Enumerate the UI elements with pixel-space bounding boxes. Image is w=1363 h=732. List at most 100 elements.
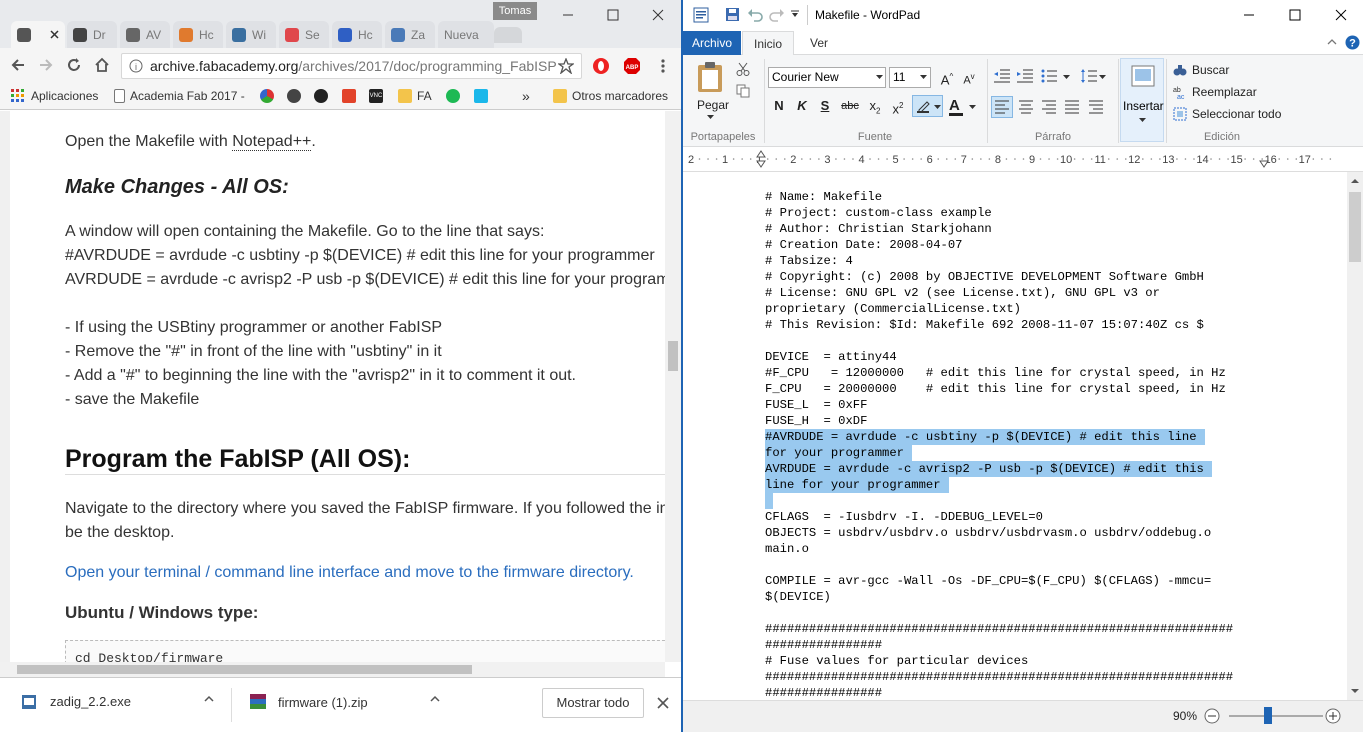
scroll-down-icon[interactable] <box>1351 689 1359 694</box>
scroll-thumb[interactable] <box>668 341 678 371</box>
tab-inicio[interactable]: Inicio <box>742 31 794 56</box>
redo-icon[interactable] <box>769 7 785 22</box>
strikethrough-button[interactable]: abc <box>839 96 861 116</box>
maximize-button[interactable] <box>590 0 636 30</box>
bold-button[interactable]: N <box>768 96 790 116</box>
document-line[interactable] <box>765 493 773 509</box>
document-line[interactable]: for your programmer <box>765 445 912 461</box>
document-line[interactable]: ################ <box>765 685 882 700</box>
bullets-list-icon[interactable] <box>1041 68 1071 84</box>
page-vertical-scrollbar[interactable] <box>665 111 681 662</box>
browser-tab[interactable]: AV <box>120 21 170 48</box>
bookmark-fabacademy-logo[interactable] <box>287 87 306 105</box>
bookmark-spotify[interactable] <box>446 87 465 105</box>
ruler[interactable]: 2 1 1 2 3 4 5 6 7 8 9 10 11 12 13 14 15 16 17 <box>683 147 1363 172</box>
bookmark-fa[interactable]: FA <box>398 87 432 105</box>
download-firmware[interactable]: firmware (1).zip <box>250 694 440 710</box>
document-line[interactable]: # Name: Makefile <box>765 189 882 205</box>
close-downloads-icon[interactable] <box>657 697 669 709</box>
more-bookmarks-button[interactable]: » <box>522 87 530 105</box>
address-bar[interactable]: i archive.fabacademy.org/archives/2017/d… <box>121 53 582 79</box>
paste-button[interactable]: Pegar <box>697 98 729 112</box>
browser-tab[interactable]: Za <box>385 21 435 48</box>
zoom-slider[interactable] <box>1229 715 1323 717</box>
wp-minimize-button[interactable] <box>1226 0 1272 30</box>
show-all-button[interactable]: Mostrar todo <box>542 688 644 718</box>
insert-button[interactable]: Insertar <box>1120 58 1164 142</box>
font-color-button[interactable]: A <box>949 97 979 117</box>
browser-tab[interactable] <box>11 21 65 48</box>
chrome-menu-icon[interactable] <box>660 58 666 74</box>
document-vertical-scrollbar[interactable] <box>1347 172 1363 700</box>
document-line[interactable]: # Tabsize: 4 <box>765 253 853 269</box>
document-line[interactable]: #F_CPU = 12000000 # edit this line for c… <box>765 365 1226 381</box>
help-icon[interactable]: ? <box>1345 35 1360 50</box>
document-line[interactable]: # License: GNU GPL v2 (see License.txt),… <box>765 285 1160 301</box>
document-line[interactable]: # Author: Christian Starkjohann <box>765 221 992 237</box>
home-icon[interactable] <box>94 57 110 73</box>
opera-extension-icon[interactable] <box>592 57 610 75</box>
browser-tab[interactable]: Hc <box>332 21 382 48</box>
document-area[interactable]: # Name: Makefile # Project: custom-class … <box>683 172 1347 700</box>
hscroll-thumb[interactable] <box>17 665 472 674</box>
align-center-icon[interactable] <box>1016 97 1036 117</box>
document-line[interactable]: OBJECTS = usbdrv/usbdrv.o usbdrv/usbdrva… <box>765 525 1211 541</box>
chevron-down-icon[interactable] <box>920 75 927 80</box>
select-all-button[interactable]: Seleccionar todo <box>1173 107 1281 121</box>
document-line[interactable]: #AVRDUDE = avrdude -c usbtiny -p $(DEVIC… <box>765 429 1205 445</box>
document-line[interactable]: line for your programmer <box>765 477 949 493</box>
reload-icon[interactable] <box>66 57 82 73</box>
browser-tab[interactable]: Wi <box>226 21 276 48</box>
find-button[interactable]: Buscar <box>1173 63 1229 77</box>
browser-tab[interactable]: Se <box>279 21 329 48</box>
tab-archivo[interactable]: Archivo <box>683 31 741 55</box>
browser-tab[interactable]: Dr <box>67 21 117 48</box>
replace-button[interactable]: ab ac Reemplazar <box>1173 85 1257 99</box>
bookmark-vimeo[interactable] <box>474 87 493 105</box>
superscript-icon[interactable]: x2 <box>887 96 909 116</box>
chevron-down-icon[interactable] <box>876 75 883 80</box>
quick-access-dropdown-icon[interactable] <box>791 10 799 18</box>
bookmark-academia[interactable]: Academia Fab 2017 - <box>114 87 245 105</box>
align-left-icon[interactable] <box>991 96 1013 118</box>
close-tab-icon[interactable] <box>50 30 59 39</box>
document-line[interactable]: $(DEVICE) <box>765 589 831 605</box>
subscript-icon[interactable]: x2 <box>864 96 886 116</box>
notepad-link[interactable]: Notepad++ <box>232 133 312 151</box>
document-line[interactable]: # Creation Date: 2008-04-07 <box>765 237 962 253</box>
save-icon[interactable] <box>725 7 740 22</box>
terminal-link[interactable]: Open your terminal / command line interf… <box>65 564 634 582</box>
undo-icon[interactable] <box>747 7 763 22</box>
wordpad-app-icon[interactable] <box>693 7 709 23</box>
document-line[interactable]: COMPILE = avr-gcc -Wall -Os -DF_CPU=$(F_… <box>765 573 1211 589</box>
document-line[interactable]: F_CPU = 20000000 # edit this line for cr… <box>765 381 1226 397</box>
bookmark-star-icon[interactable] <box>558 58 574 74</box>
info-icon[interactable]: i <box>129 59 143 73</box>
zoom-in-icon[interactable] <box>1325 708 1341 724</box>
adblock-icon[interactable]: ABP <box>623 57 641 75</box>
profile-name[interactable]: Tomas <box>493 2 537 20</box>
zoom-slider-thumb[interactable] <box>1264 707 1272 724</box>
copy-icon[interactable] <box>736 84 750 98</box>
document-line[interactable]: FUSE_L = 0xFF <box>765 397 867 413</box>
document-line[interactable]: # This Revision: $Id: Makefile 692 2008-… <box>765 317 1204 333</box>
document-line[interactable]: # Copyright: (c) 2008 by OBJECTIVE DEVEL… <box>765 269 1204 285</box>
download-zadig[interactable]: zadig_2.2.exe <box>22 694 214 709</box>
highlight-color-button[interactable] <box>912 95 943 117</box>
shrink-font-icon[interactable]: Av <box>958 67 980 87</box>
close-window-button[interactable] <box>635 0 681 30</box>
forward-icon[interactable] <box>38 57 54 73</box>
chevron-up-icon[interactable] <box>204 694 214 704</box>
document-line[interactable]: FUSE_H = 0xDF <box>765 413 867 429</box>
document-line[interactable]: ################ <box>765 637 882 653</box>
document-line[interactable]: # Fuse values for particular devices <box>765 653 1028 669</box>
wp-close-button[interactable] <box>1318 0 1363 30</box>
minimize-button[interactable] <box>545 0 591 30</box>
document-line[interactable]: AVRDUDE = avrdude -c avrisp2 -P usb -p $… <box>765 461 1212 477</box>
document-line[interactable]: proprietary (CommercialLicense.txt) <box>765 301 1021 317</box>
document-line[interactable]: main.o <box>765 541 809 557</box>
scroll-up-icon[interactable] <box>1351 178 1359 183</box>
new-tab-button[interactable] <box>494 27 522 43</box>
line-spacing-icon[interactable] <box>1080 68 1106 84</box>
document-line[interactable]: ########################################… <box>765 621 1233 637</box>
